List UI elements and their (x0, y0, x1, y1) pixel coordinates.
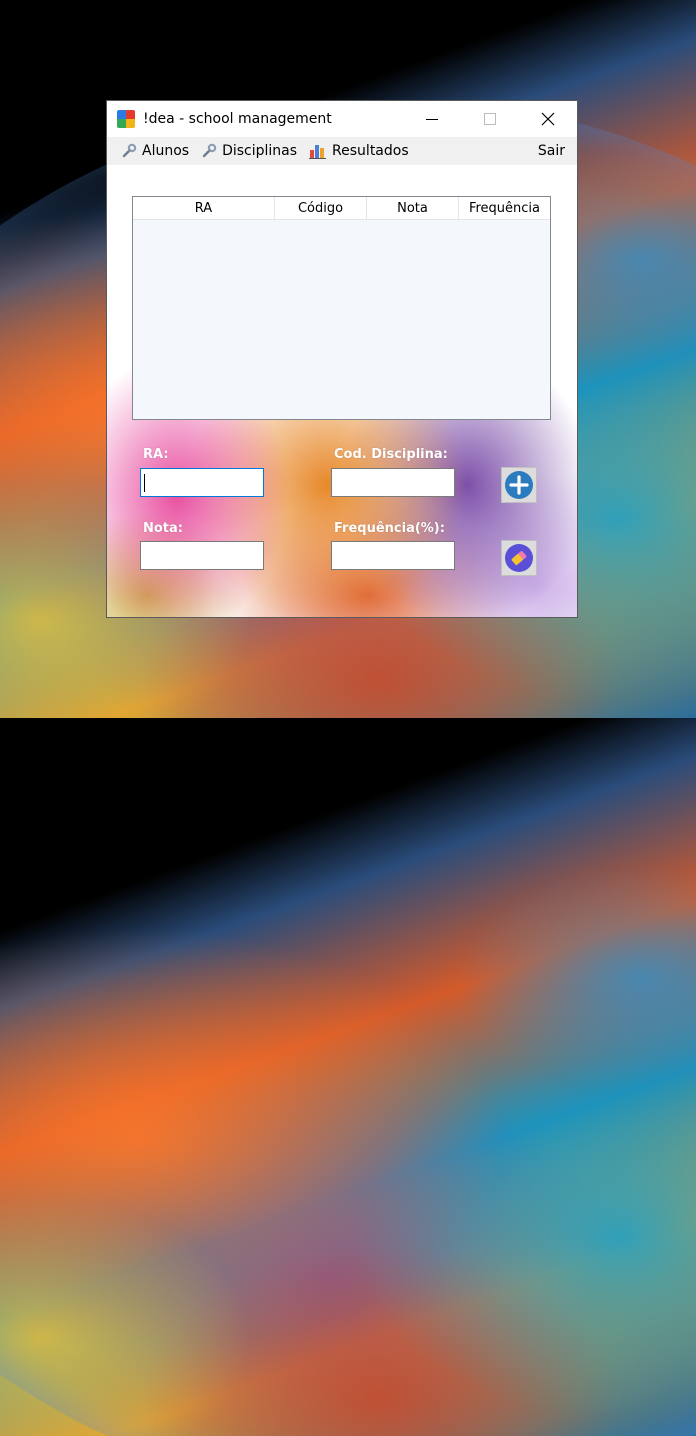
main-content: RA Código Nota Frequência RA: Cod. Disci… (107, 165, 577, 617)
column-header-codigo[interactable]: Código (275, 197, 367, 219)
menu-resultados[interactable]: Resultados (303, 137, 415, 165)
cod-disciplina-input[interactable] (331, 468, 455, 497)
app-logo-icon (117, 110, 135, 128)
menu-alunos[interactable]: Alunos (115, 137, 195, 165)
grid-header: RA Código Nota Frequência (133, 197, 550, 220)
column-header-nota[interactable]: Nota (367, 197, 459, 219)
menu-sair[interactable]: Sair (538, 137, 565, 165)
nota-input[interactable] (140, 541, 264, 570)
menu-sair-label: Sair (537, 143, 565, 159)
plus-circle-icon (505, 471, 533, 499)
menu-disciplinas-label: Disciplinas (222, 143, 298, 159)
maximize-icon (484, 113, 496, 125)
edit-button[interactable] (501, 540, 537, 576)
menu-disciplinas[interactable]: Disciplinas (195, 137, 303, 165)
cod-disciplina-label: Cod. Disciplina: (334, 447, 448, 462)
minimize-icon (426, 118, 438, 120)
add-button[interactable] (501, 467, 537, 503)
minimize-button[interactable] (403, 101, 461, 137)
close-button[interactable] (519, 101, 577, 137)
column-header-ra[interactable]: RA (133, 197, 275, 219)
wrench-icon (122, 143, 137, 158)
app-window: !dea - school management Alunos Discipli… (106, 100, 578, 618)
menu-bar: Alunos Disciplinas Resultados Sair (107, 137, 577, 165)
column-header-frequencia[interactable]: Frequência (459, 197, 550, 219)
nota-label: Nota: (143, 521, 183, 536)
menu-alunos-label: Alunos (142, 143, 190, 159)
frequencia-label: Frequência(%): (334, 521, 445, 536)
close-icon (541, 112, 555, 126)
window-title: !dea - school management (143, 111, 332, 127)
title-bar[interactable]: !dea - school management (107, 101, 577, 137)
ra-input[interactable] (140, 468, 264, 497)
menu-resultados-label: Resultados (332, 143, 409, 159)
wrench-icon (202, 143, 217, 158)
text-cursor (144, 474, 145, 492)
results-grid[interactable]: RA Código Nota Frequência (132, 196, 551, 420)
eraser-icon (505, 544, 533, 572)
maximize-button (461, 101, 519, 137)
frequencia-input[interactable] (331, 541, 455, 570)
ra-label: RA: (143, 447, 169, 462)
bar-chart-icon (309, 145, 327, 159)
